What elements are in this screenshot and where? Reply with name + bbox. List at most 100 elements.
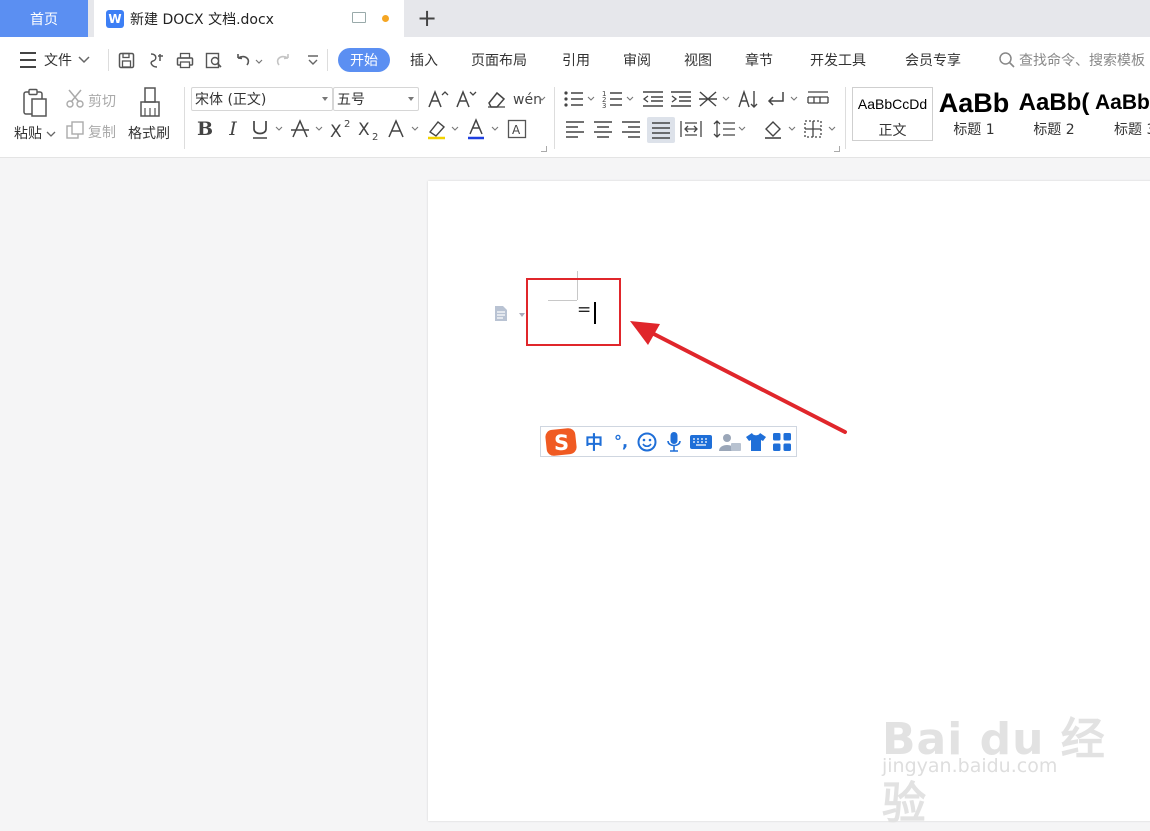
borders-icon[interactable] [803,117,839,141]
table-tools-icon[interactable] [805,87,831,111]
decrease-font-icon[interactable] [454,87,478,111]
document-tab-title: 新建 DOCX 文档.docx [130,11,274,28]
highlight-annotation-box [526,278,621,346]
divider [327,49,328,71]
clear-format-icon[interactable] [484,87,508,111]
text-effect-icon[interactable] [386,117,422,141]
increase-indent-icon[interactable] [669,87,693,111]
monitor-icon[interactable] [352,12,366,23]
customize-toolbar-icon[interactable] [304,51,322,69]
paste-label: 粘贴 [14,126,42,142]
paragraph-dialog-launcher[interactable] [834,146,840,152]
toolbox-grid-icon[interactable] [770,427,794,456]
style-normal[interactable]: AaBbCcDd 正文 [852,87,933,141]
tab-references[interactable]: 引用 [562,48,590,72]
chevron-down-icon [46,131,56,137]
ribbon-start: 粘贴 剪切 复制 格式刷 宋体 (正文) 五号 wén B I X2 X 2 A… [0,83,1150,158]
tab-page-layout[interactable]: 页面布局 [471,48,527,72]
style-heading-1-sample: AaBb [938,87,1010,118]
tab-view[interactable]: 视图 [684,48,712,72]
style-heading-1-name: 标题 1 [953,122,995,138]
svg-text:2: 2 [372,132,378,140]
command-search[interactable]: 查找命令、搜索模板 [998,48,1145,72]
file-menu-button[interactable]: 文件 [20,37,90,83]
font-name-value: 宋体 (正文) [195,92,267,108]
tab-insert[interactable]: 插入 [410,48,438,72]
shading-icon[interactable] [763,117,799,141]
tab-member[interactable]: 会员专享 [905,48,961,72]
microphone-icon[interactable] [662,427,686,456]
paste-button[interactable]: 粘贴 [14,123,56,143]
save-icon[interactable] [117,51,135,69]
sogou-logo-icon[interactable]: S [543,427,579,456]
unsaved-dot-icon [382,15,389,22]
print-preview-icon[interactable] [205,51,223,69]
copy-button[interactable]: 复制 [88,122,116,142]
show-marks-icon[interactable] [765,87,801,111]
superscript-icon[interactable]: X2 [330,117,354,141]
strikethrough-icon[interactable] [290,117,326,141]
subscript-icon[interactable]: X2 [358,117,382,141]
tab-chapter[interactable]: 章节 [745,48,773,72]
align-left-icon[interactable] [563,117,587,141]
undo-icon[interactable] [234,51,264,69]
format-painter-button[interactable]: 格式刷 [128,123,170,143]
bullet-list-icon[interactable] [563,87,597,111]
search-placeholder: 查找命令、搜索模板 [1019,53,1145,69]
tab-home[interactable]: 首页 [0,0,88,37]
ime-mode-toggle[interactable]: 中 [582,427,606,456]
increase-font-icon[interactable] [426,87,450,111]
paste-icon[interactable] [18,87,52,119]
svg-text:S: S [554,431,569,455]
format-painter-icon[interactable] [136,85,164,119]
sort-icon[interactable] [737,87,761,111]
font-name-select[interactable]: 宋体 (正文) [191,87,333,111]
underline-icon[interactable] [250,117,286,141]
font-dialog-launcher[interactable] [541,146,547,152]
ime-toolbar: S 中 °, [540,426,797,457]
style-heading-2[interactable]: AaBb( 标题 2 [1015,87,1093,141]
tab-start[interactable]: 开始 [338,48,390,72]
new-tab-button[interactable]: + [413,4,441,32]
style-heading-1[interactable]: AaBb 标题 1 [935,87,1013,141]
paragraph-layout-icon[interactable] [494,305,508,322]
italic-icon[interactable]: I [222,117,244,141]
emoji-icon[interactable] [635,427,659,456]
justify-icon[interactable] [647,117,675,143]
print-icon[interactable] [176,51,194,69]
tab-developer[interactable]: 开发工具 [810,48,866,72]
numbered-list-icon[interactable]: 123 [602,87,636,111]
tab-document[interactable]: W 新建 DOCX 文档.docx [94,0,404,37]
line-spacing-icon[interactable] [713,117,749,141]
user-account-icon[interactable] [717,427,743,456]
align-center-icon[interactable] [591,117,615,141]
hamburger-icon [20,52,36,68]
bold-icon[interactable]: B [194,117,216,141]
font-size-value: 五号 [337,92,365,108]
font-color-icon[interactable] [466,117,502,141]
export-pdf-icon[interactable] [147,51,165,69]
copy-icon[interactable] [64,119,86,141]
divider [845,87,846,149]
baidu-watermark-url: jingyan.baidu.com [882,755,1058,777]
skin-shirt-icon[interactable] [744,427,768,456]
cut-button[interactable]: 剪切 [88,91,116,111]
font-size-select[interactable]: 五号 [333,87,419,111]
ime-punctuation-toggle[interactable]: °, [609,427,633,456]
redo-icon[interactable] [274,51,292,69]
decrease-indent-icon[interactable] [641,87,665,111]
chevron-down-icon[interactable] [519,313,525,317]
wps-writer-icon: W [106,9,124,28]
align-right-icon[interactable] [619,117,643,141]
chinese-layout-icon[interactable] [698,87,732,111]
highlight-icon[interactable] [426,117,462,141]
keyboard-icon[interactable] [688,427,714,456]
svg-text:X: X [358,120,370,140]
style-heading-3[interactable]: AaBb 标题 3 [1095,87,1150,141]
svg-text:X: X [330,122,342,140]
tab-review[interactable]: 审阅 [623,48,651,72]
distribute-icon[interactable] [679,117,703,141]
cut-icon[interactable] [64,87,86,109]
phonetic-guide-icon[interactable]: wén [512,87,546,111]
character-border-icon[interactable]: A [506,117,528,141]
